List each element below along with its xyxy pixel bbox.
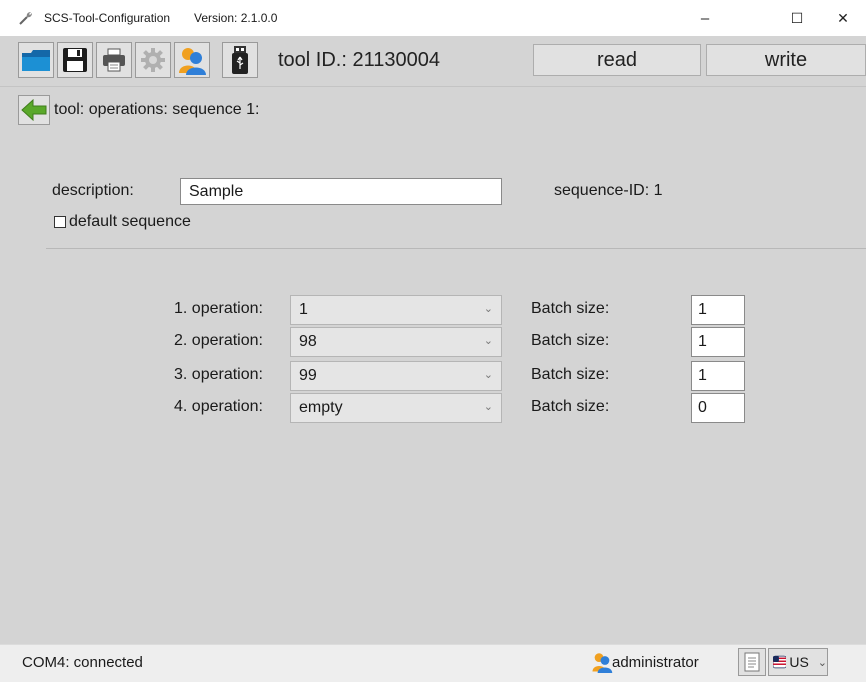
chevron-down-icon: ⌄ [483,401,493,413]
operation-1-value: 1 [299,301,308,318]
print-button[interactable] [96,42,132,78]
chevron-down-icon: ⌄ [483,335,493,347]
connection-status: COM4: connected [22,654,143,671]
open-button[interactable] [18,42,54,78]
breadcrumb: tool: operations: sequence 1: [54,101,260,118]
app-version: Version: 2.1.0.0 [194,11,278,25]
operation-2-value: 98 [299,333,317,350]
close-button[interactable]: ✕ [820,0,866,36]
batch-size-4-label: Batch size: [531,398,610,415]
operation-2-label: 2. operation: [174,332,263,349]
batch-size-2-field[interactable]: 1 [691,327,745,357]
maximize-button[interactable]: ☐ [774,0,820,36]
minimize-button[interactable]: – [682,0,728,36]
window-title: SCS-Tool-Configuration [44,11,171,25]
save-icon [63,48,87,72]
us-flag-icon [773,655,787,669]
operation-1-label: 1. operation: [174,300,263,317]
operation-1-select[interactable]: 1 ⌄ [290,295,502,325]
batch-size-3-field[interactable]: 1 [691,361,745,391]
user-icon [179,48,206,75]
default-sequence-checkbox[interactable] [54,216,66,228]
print-icon [103,48,125,72]
operation-2-select[interactable]: 98 ⌄ [290,327,502,357]
settings-button[interactable] [135,42,171,78]
language-select[interactable]: US ⌄ [768,648,828,676]
batch-size-1-label: Batch size: [531,300,610,317]
operation-3-value: 99 [299,367,317,384]
chevron-down-icon: ⌄ [483,369,493,381]
folder-icon [22,50,50,71]
sequence-id: sequence-ID: 1 [554,182,663,199]
operation-4-label: 4. operation: [174,398,263,415]
operation-3-label: 3. operation: [174,366,263,383]
divider [46,248,866,249]
read-button[interactable]: read [533,44,701,76]
operation-3-select[interactable]: 99 ⌄ [290,361,502,391]
wrench-icon [19,12,32,25]
chevron-down-icon: ⌄ [817,656,827,669]
user-icon [592,653,613,673]
user-name: administrator [612,654,699,671]
save-button[interactable] [57,42,93,78]
batch-size-1-field[interactable]: 1 [691,295,745,325]
document-icon [744,652,760,672]
default-sequence-label: default sequence [69,213,191,230]
batch-size-3-label: Batch size: [531,366,610,383]
batch-size-2-label: Batch size: [531,332,610,349]
back-button[interactable] [18,95,50,125]
tool-id: tool ID.: 21130004 [278,49,440,71]
language-value: US [789,654,809,670]
write-button[interactable]: write [706,44,866,76]
user-button[interactable] [174,42,210,78]
chevron-down-icon: ⌄ [483,303,493,315]
description-field[interactable]: Sample [180,178,502,205]
operation-4-value: empty [299,399,343,416]
operation-4-select[interactable]: empty ⌄ [290,393,502,423]
settings-icon [141,48,165,72]
usb-icon [232,46,248,74]
title-bar: SCS-Tool-Configuration Version: 2.1.0.0 … [0,0,866,36]
description-label: description: [52,182,134,199]
batch-size-4-field[interactable]: 0 [691,393,745,423]
log-button[interactable] [738,648,766,676]
back-arrow-icon [21,99,47,121]
usb-button[interactable] [222,42,258,78]
